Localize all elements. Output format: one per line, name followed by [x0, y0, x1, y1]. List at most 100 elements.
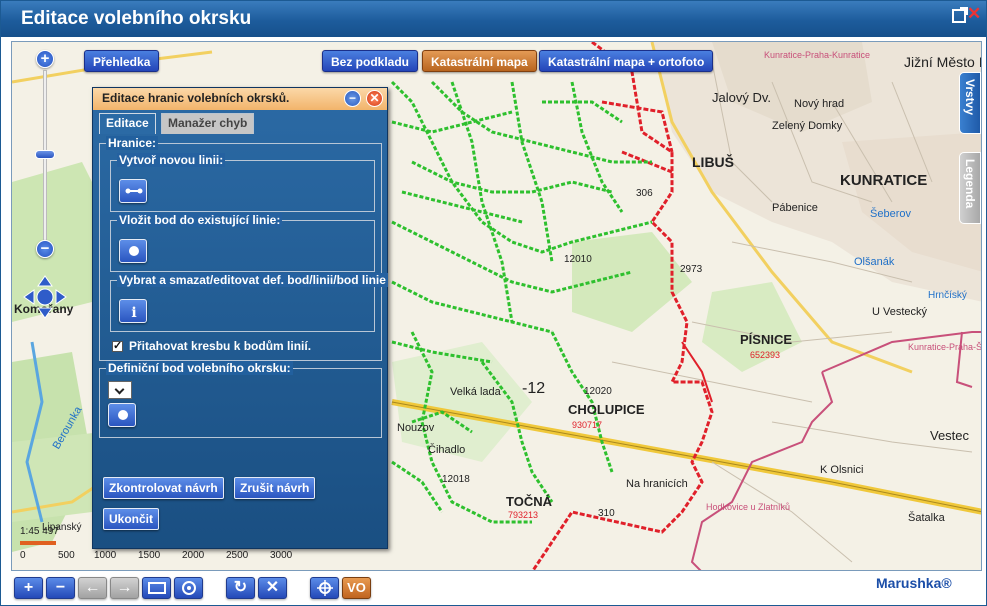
map-label: Kunratice-Praha-Kunratice	[764, 50, 871, 60]
info-icon: i	[131, 305, 136, 319]
definition-point-select[interactable]	[108, 381, 132, 399]
zoom-out-tool[interactable]: −	[46, 577, 75, 599]
layer-button-none[interactable]: Bez podkladu	[322, 50, 419, 72]
map-label: 2973	[680, 264, 703, 275]
map-label: 12010	[564, 254, 592, 265]
map-label: CHOLUPICE	[568, 402, 645, 417]
select-delete-button[interactable]: i	[119, 299, 147, 323]
back-arrow-icon[interactable]: ←	[78, 577, 107, 599]
map-label: Velká lada	[450, 386, 501, 398]
dialog-body: Hranice: Vytvoř novou linii: Vložit bod …	[93, 134, 388, 548]
dialog-title: Editace hranic volebních okrsků.	[93, 88, 387, 110]
map-label: Na hranicích	[626, 478, 688, 490]
create-line-group: Vytvoř novou linii:	[110, 153, 375, 212]
line-draw-icon	[125, 188, 143, 194]
map-label: Kunratice-Praha-Šeberov díl 1	[908, 342, 982, 352]
map-label: Čihadlo	[428, 444, 466, 456]
zoom-in-tool[interactable]: +	[14, 577, 43, 599]
snap-checkbox[interactable]: ✓	[112, 341, 123, 352]
minimize-icon[interactable]: −	[344, 90, 361, 107]
popout-icon[interactable]	[952, 7, 968, 23]
scale-tick: 2500	[226, 550, 249, 561]
cancel-proposal-button[interactable]: Zrušit návrh	[234, 477, 316, 499]
boundaries-group: Hranice: Vytvoř novou linii: Vložit bod …	[99, 136, 388, 361]
create-line-button[interactable]	[119, 179, 147, 203]
definition-point-button[interactable]	[108, 403, 136, 427]
scale-tick: 2000	[182, 550, 205, 561]
point-icon	[118, 410, 128, 420]
map-label: Pábenice	[772, 202, 818, 214]
brand-logo: Marushka®	[876, 575, 952, 591]
map-label: 652393	[750, 350, 781, 360]
scale-tick: 0	[20, 550, 26, 561]
select-delete-group: Vybrat a smazat/editovat def. bod/linii/…	[110, 273, 388, 332]
editor-window: Editace volebního okrsku ✕ Jižní Město I…	[0, 0, 987, 606]
tab-layers[interactable]: Vrstvy	[959, 72, 981, 134]
map-label: Nový hrad	[794, 98, 845, 110]
tab-manazer-chyb[interactable]: Manažer chyb	[161, 113, 255, 134]
close-icon[interactable]: ✕	[967, 5, 981, 22]
definition-point-legend: Definiční bod volebního okrsku:	[106, 361, 293, 375]
map-label: Olšanák	[854, 256, 895, 268]
map-label: Šeberov	[870, 208, 911, 220]
scale-bar: 1:45 497 0 500 1000 1500 2000 2500 3000	[20, 526, 292, 561]
tab-legend[interactable]: Legenda	[959, 152, 981, 224]
zoom-extent-icon[interactable]	[174, 577, 203, 599]
zoom-rectangle-icon[interactable]	[142, 577, 171, 599]
map-label: TOČNÁ	[506, 494, 552, 509]
snap-label: Přitahovat kresbu k bodům linií.	[129, 339, 312, 353]
check-proposal-button[interactable]: Zkontrolovat návrh	[103, 477, 224, 499]
map-label: LIBUŠ	[692, 154, 734, 170]
map-label: Hodkovice u Zlatníků	[706, 502, 791, 512]
map-label: -12	[522, 380, 546, 397]
map-label: Nouzov	[397, 422, 435, 434]
finish-button[interactable]: Ukončit	[103, 508, 160, 530]
zoom-slider-handle[interactable]	[35, 150, 55, 159]
map-label: KUNRATICE	[840, 172, 928, 189]
window-title: Editace volebního okrsku	[21, 8, 252, 29]
scale-tick: 1000	[94, 550, 117, 561]
map-label: 306	[636, 188, 653, 199]
scale-tick: 3000	[270, 550, 293, 561]
select-delete-label: Vybrat a smazat/editovat def. bod/linii/…	[117, 273, 388, 287]
map-label: Šatalka	[908, 512, 945, 524]
map-label: 12020	[584, 386, 612, 397]
map-label: U Vestecký	[872, 306, 928, 318]
boundary-edit-dialog: Editace hranic volebních okrsků. − ✕ Edi…	[92, 87, 388, 549]
pan-control[interactable]	[22, 274, 68, 320]
refresh-icon[interactable]: ↻	[226, 577, 255, 599]
insert-point-label: Vložit bod do existující linie:	[117, 213, 283, 227]
overview-button[interactable]: Přehledka	[84, 50, 160, 72]
map-label: Hrnčíský	[928, 290, 967, 301]
layer-button-cadastral-ortho[interactable]: Katastrální mapa + ortofoto	[539, 50, 714, 72]
layer-button-cadastral[interactable]: Katastrální mapa	[422, 50, 537, 72]
scale-tick: 1500	[138, 550, 161, 561]
map-label: 793213	[508, 510, 539, 520]
insert-point-button[interactable]	[119, 239, 147, 263]
svg-text:i: i	[131, 305, 136, 319]
map-label: 930717	[572, 420, 603, 430]
scale-ratio: 1:45 497	[20, 526, 59, 537]
map-label: Jižní Město II	[904, 54, 982, 70]
forward-arrow-icon[interactable]: →	[110, 577, 139, 599]
vo-button[interactable]: VO	[342, 577, 371, 599]
boundaries-legend: Hranice:	[106, 136, 159, 150]
create-line-label: Vytvoř novou linii:	[117, 153, 226, 167]
zoom-out-icon[interactable]: −	[36, 240, 54, 258]
definition-point-group: Definiční bod volebního okrsku:	[99, 361, 382, 438]
tab-editace[interactable]: Editace	[99, 113, 156, 134]
map-label: 310	[598, 508, 615, 519]
map-label: 12018	[442, 474, 470, 485]
map-label: K Olsnici	[820, 464, 864, 476]
map-label: Zelený Domky	[772, 120, 843, 132]
close-icon[interactable]: ✕	[366, 90, 383, 107]
window-titlebar: Editace volebního okrsku ✕	[1, 1, 986, 37]
cancel-icon[interactable]: ✕	[258, 577, 287, 599]
locate-icon[interactable]	[310, 577, 339, 599]
map-label: Jalový Dv.	[712, 90, 771, 105]
insert-point-group: Vložit bod do existující linie:	[110, 213, 375, 272]
map-label: PÍSNICE	[740, 332, 793, 347]
zoom-in-icon[interactable]: +	[36, 50, 54, 68]
map-label: Vestec	[930, 428, 970, 443]
scale-tick: 500	[58, 550, 75, 561]
